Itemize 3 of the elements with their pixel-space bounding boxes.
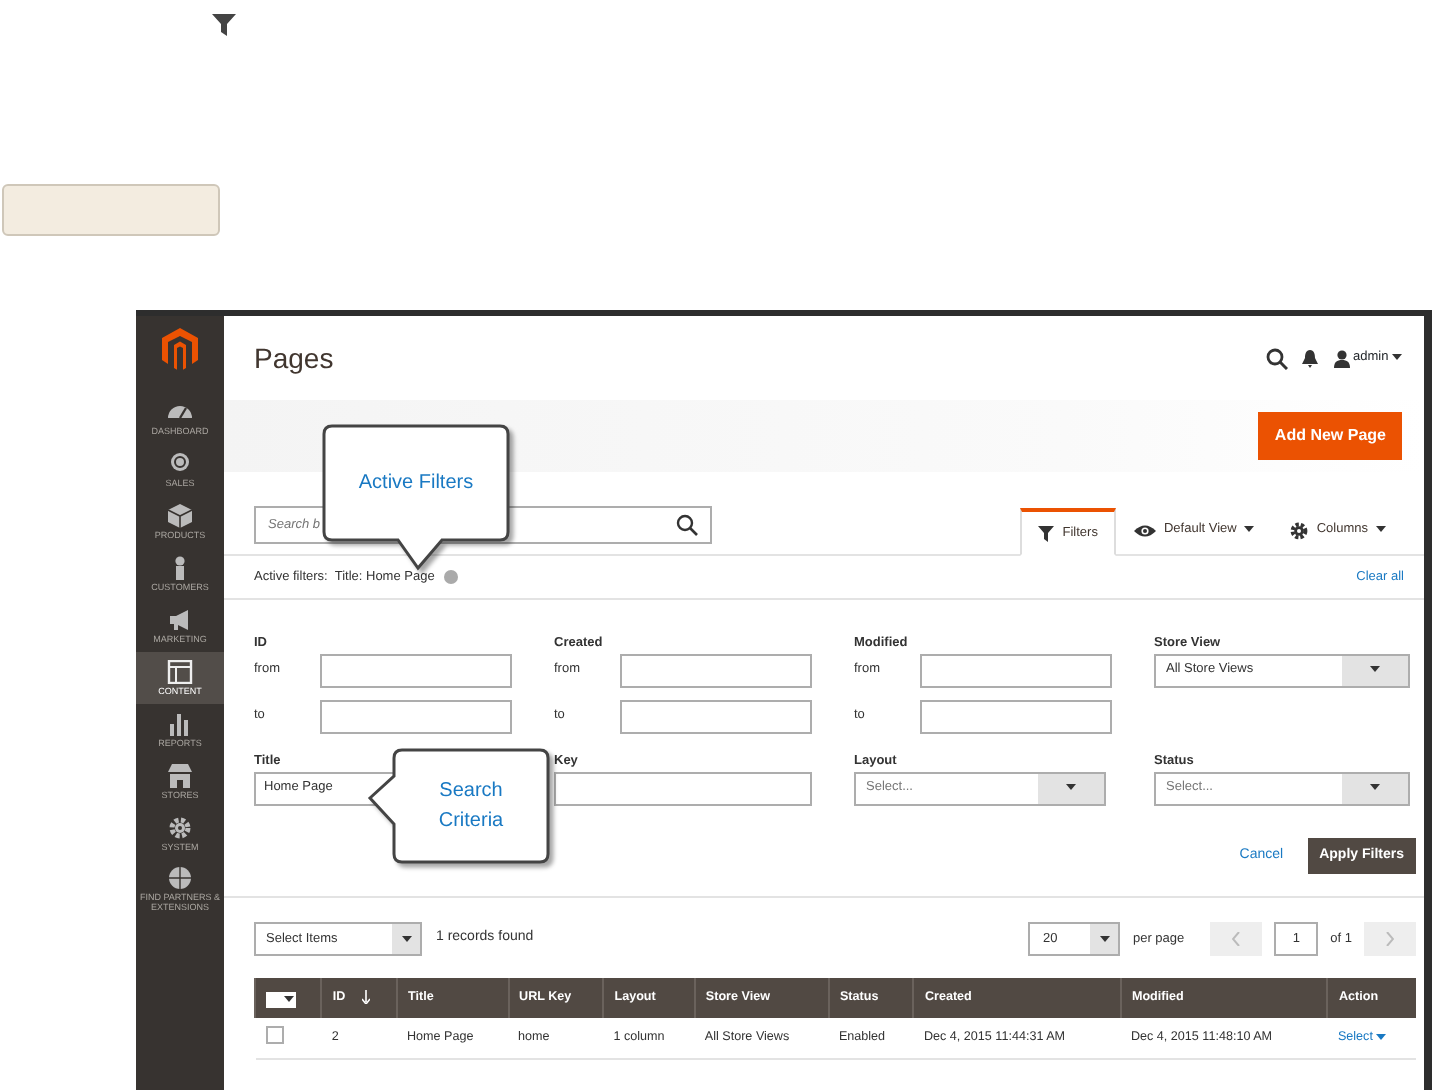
active-filters-tooltip: Active Filters bbox=[322, 424, 510, 570]
search-criteria-tooltip: Search Criteria bbox=[368, 748, 550, 864]
page-title: Pages bbox=[254, 339, 334, 378]
